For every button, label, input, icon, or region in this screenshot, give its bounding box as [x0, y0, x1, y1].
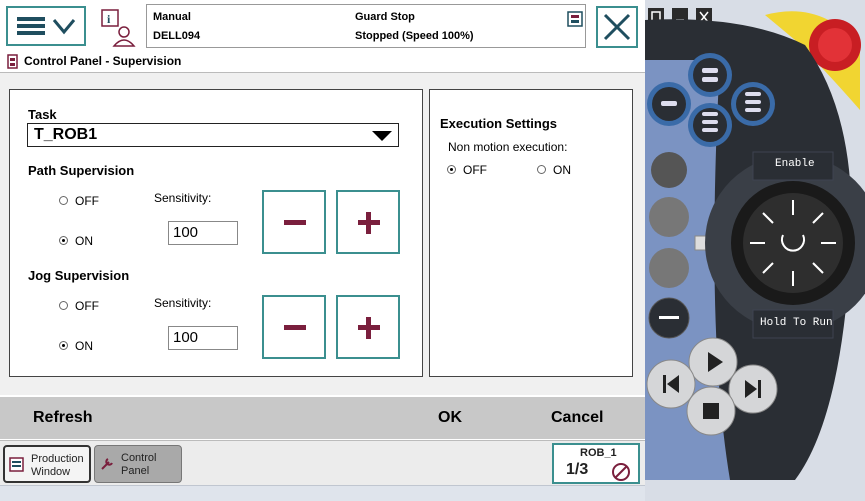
jog-on-label: ON	[75, 339, 93, 353]
refresh-button[interactable]: Refresh	[33, 409, 93, 427]
jog-increase-button[interactable]	[336, 295, 400, 359]
enable-label: Enable	[775, 158, 815, 170]
chevron-down-icon	[372, 131, 392, 141]
jog-on-radio[interactable]	[59, 341, 68, 350]
jog-sensitivity-label: Sensitivity:	[154, 296, 212, 310]
abb-menu-button[interactable]	[6, 6, 86, 46]
production-window-icon	[9, 457, 24, 472]
jog-off-radio[interactable]	[59, 301, 68, 310]
supervision-panel: Task T_ROB1 Path Supervision OFF ON Sens…	[9, 89, 423, 377]
speed-icon	[567, 11, 583, 27]
path-supervision-title: Path Supervision	[28, 163, 135, 178]
nonmotion-label: Non motion execution:	[448, 140, 568, 154]
mode-text: Manual	[153, 11, 191, 23]
ok-button[interactable]: OK	[438, 409, 462, 427]
operator-window-icon[interactable]: i	[98, 8, 138, 48]
page-title: Control Panel - Supervision	[24, 54, 182, 68]
control-panel-label: Control Panel	[121, 452, 157, 477]
path-off-label: OFF	[75, 194, 99, 208]
execution-settings-title: Execution Settings	[440, 116, 558, 131]
main-content: Task T_ROB1 Path Supervision OFF ON Sens…	[0, 73, 645, 395]
path-sensitivity-label: Sensitivity:	[154, 191, 212, 205]
path-on-label: ON	[75, 234, 93, 248]
top-bar: i Manual DELL094 Guard Stop Stopped (Spe…	[0, 0, 645, 53]
run-state: Stopped (Speed 100%)	[355, 30, 474, 42]
flexpendant-hardware: Enable Hold To Run	[645, 0, 865, 500]
jog-sensitivity-field[interactable]: 100	[168, 326, 238, 350]
jog-decrease-button[interactable]	[262, 295, 326, 359]
wrench-icon	[101, 458, 113, 470]
increment-fraction: 1/3	[566, 461, 589, 478]
control-panel-tab[interactable]: Control Panel	[94, 445, 182, 483]
cancel-button[interactable]: Cancel	[551, 409, 603, 427]
path-on-radio[interactable]	[59, 236, 68, 245]
path-increase-button[interactable]	[336, 190, 400, 254]
nonmotion-on-label: ON	[553, 163, 571, 177]
taskbar: Production Window Control Panel ROB_1 1/…	[0, 440, 645, 486]
quickset-button[interactable]: ROB_1 1/3	[552, 443, 640, 484]
path-off-radio[interactable]	[59, 196, 68, 205]
robot-label: ROB_1	[580, 447, 617, 459]
flexpendant-screen: i Manual DELL094 Guard Stop Stopped (Spe…	[0, 0, 645, 501]
host-window-strip	[0, 485, 645, 501]
guard-status: Guard Stop	[355, 11, 415, 23]
close-button[interactable]	[596, 6, 638, 48]
production-window-label: Production Window	[31, 453, 84, 478]
run-mode-icon	[612, 463, 630, 481]
hold-to-run-label: Hold To Run	[760, 317, 833, 329]
task-value: T_ROB1	[34, 126, 98, 143]
jog-supervision-title: Jog Supervision	[28, 268, 130, 283]
minus-icon	[284, 325, 306, 330]
path-sensitivity-field[interactable]: 100	[168, 221, 238, 245]
task-label: Task	[28, 107, 57, 122]
production-window-tab[interactable]: Production Window	[3, 445, 91, 483]
nonmotion-off-label: OFF	[463, 163, 487, 177]
execution-settings-panel: Execution Settings Non motion execution:…	[429, 89, 633, 377]
nonmotion-off-radio[interactable]	[447, 165, 456, 174]
status-bar[interactable]: Manual DELL094 Guard Stop Stopped (Speed…	[146, 4, 586, 48]
jog-off-label: OFF	[75, 299, 99, 313]
task-dropdown[interactable]: T_ROB1	[27, 123, 399, 147]
close-icon	[603, 13, 631, 41]
path-decrease-button[interactable]	[262, 190, 326, 254]
minus-icon	[284, 220, 306, 225]
controller-name: DELL094	[153, 30, 201, 42]
control-panel-icon	[7, 54, 18, 69]
page-title-bar: Control Panel - Supervision	[0, 52, 645, 73]
nonmotion-on-radio[interactable]	[537, 165, 546, 174]
menu-icon	[17, 17, 76, 35]
command-bar: Refresh OK Cancel	[0, 397, 645, 439]
